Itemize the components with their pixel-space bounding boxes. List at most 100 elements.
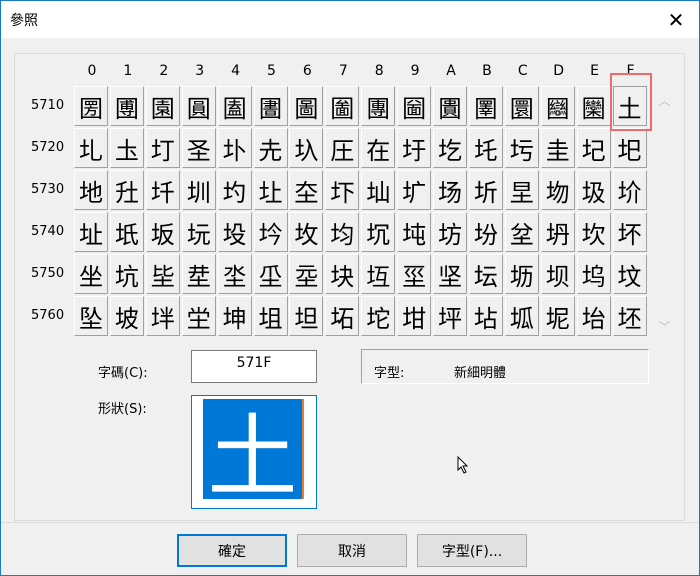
character-cell[interactable]: 坃 [181, 212, 216, 252]
character-cell[interactable]: 圦 [289, 128, 324, 168]
character-cell[interactable]: 圢 [145, 128, 180, 168]
character-cell[interactable]: 圼 [504, 170, 539, 210]
character-cell[interactable]: 圾 [576, 170, 611, 210]
character-cell[interactable]: 坯 [612, 296, 647, 336]
grid-scrollbar[interactable]: ︿ ﹀ [656, 86, 673, 338]
character-cell[interactable]: 坕 [253, 254, 288, 294]
character-cell[interactable]: 圹 [397, 170, 432, 210]
character-cell[interactable]: 圵 [253, 170, 288, 210]
character-cell[interactable]: 坎 [576, 212, 611, 252]
scroll-down-icon[interactable]: ﹀ [656, 318, 673, 335]
character-cell[interactable]: 圷 [325, 170, 360, 210]
character-cell[interactable]: 坫 [468, 296, 503, 336]
character-cell[interactable]: 圮 [576, 128, 611, 168]
character-cell[interactable]: 坄 [217, 212, 252, 252]
shape-preview[interactable]: 土 [191, 395, 317, 510]
font-button[interactable]: 字型(F)... [417, 534, 527, 567]
character-cell[interactable]: 坊 [433, 212, 467, 252]
character-cell[interactable]: 坬 [504, 296, 539, 336]
character-cell[interactable]: 圩 [397, 128, 432, 168]
character-cell[interactable]: 地 [74, 170, 108, 210]
character-cell[interactable]: 坦 [289, 296, 324, 336]
character-cell[interactable]: 圗 [325, 86, 360, 126]
character-cell[interactable]: 圝 [540, 86, 575, 126]
character-cell[interactable]: 圧 [325, 128, 360, 168]
character-cell[interactable]: 圙 [397, 86, 432, 126]
character-cell[interactable]: 坭 [540, 296, 575, 336]
character-cell[interactable]: 圯 [612, 128, 647, 168]
character-cell[interactable]: 址 [74, 212, 108, 252]
character-cell[interactable]: 块 [325, 254, 360, 294]
character-cell[interactable]: 圔 [217, 86, 252, 126]
character-cell[interactable]: 坡 [109, 296, 144, 336]
character-cell[interactable]: 圜 [504, 86, 539, 126]
character-cell[interactable]: 圕 [253, 86, 288, 126]
character-cell[interactable]: 坥 [253, 296, 288, 336]
character-cell[interactable]: 坖 [289, 254, 324, 294]
character-cell[interactable]: 坋 [468, 212, 503, 252]
character-cell[interactable]: 圡 [109, 128, 144, 168]
character-cell[interactable]: 圪 [433, 128, 467, 168]
character-cell[interactable]: 坔 [217, 254, 252, 294]
character-cell[interactable]: 坪 [433, 296, 467, 336]
code-input[interactable]: 571F [191, 350, 317, 383]
close-button[interactable]: ✕ [653, 1, 699, 38]
character-cell[interactable]: 坝 [540, 254, 575, 294]
character-cell[interactable]: 圓 [181, 86, 216, 126]
character-cell[interactable]: 圛 [468, 86, 503, 126]
character-cell[interactable]: 坉 [397, 212, 432, 252]
character-cell[interactable]: 圠 [74, 128, 108, 168]
character-cell[interactable]: 坤 [217, 296, 252, 336]
character-cell[interactable]: 圚 [433, 86, 467, 126]
character-cell[interactable]: 圥 [253, 128, 288, 168]
character-cell[interactable]: 團 [361, 86, 396, 126]
character-cell[interactable]: 坩 [397, 296, 432, 336]
character-cell[interactable]: 坠 [74, 296, 108, 336]
character-cell[interactable]: 圻 [468, 170, 503, 210]
character-cell[interactable]: 圤 [217, 128, 252, 168]
character-cell[interactable]: 圞 [576, 86, 611, 126]
character-cell[interactable]: 圸 [361, 170, 396, 210]
character-cell[interactable]: 坮 [576, 296, 611, 336]
character-cell[interactable]: 场 [433, 170, 467, 210]
character-cell[interactable]: 坧 [325, 296, 360, 336]
character-cell[interactable]: 圴 [217, 170, 252, 210]
character-cell[interactable]: 圭 [540, 128, 575, 168]
character-cell[interactable]: 均 [325, 212, 360, 252]
character-cell[interactable]: 圶 [289, 170, 324, 210]
character-cell[interactable]: 坨 [361, 296, 396, 336]
cancel-button[interactable]: 取消 [297, 534, 407, 567]
character-cell[interactable]: 坓 [181, 254, 216, 294]
character-cell[interactable]: 坌 [504, 212, 539, 252]
character-cell[interactable]: 坞 [576, 254, 611, 294]
character-cell[interactable]: 圲 [145, 170, 180, 210]
character-cell[interactable]: 坁 [109, 212, 144, 252]
character-cell[interactable]: 坆 [289, 212, 324, 252]
character-cell[interactable]: 圐 [74, 86, 108, 126]
character-cell[interactable]: 在 [361, 128, 396, 168]
character-cell[interactable]: 坣 [181, 296, 216, 336]
character-cell[interactable]: 坛 [468, 254, 503, 294]
character-cell[interactable]: 坘 [361, 254, 396, 294]
character-cell[interactable]: 圱 [109, 170, 144, 210]
character-cell[interactable]: 坏 [612, 212, 647, 252]
character-cell[interactable]: 園 [145, 86, 180, 126]
character-cell[interactable]: 圖 [289, 86, 324, 126]
character-cell[interactable]: 坍 [540, 212, 575, 252]
character-cell[interactable]: 坑 [109, 254, 144, 294]
character-cell[interactable]: 坂 [145, 212, 180, 252]
character-cell[interactable]: 坢 [145, 296, 180, 336]
character-cell[interactable]: 坟 [612, 254, 647, 294]
character-cell[interactable]: 圣 [181, 128, 216, 168]
character-cell[interactable]: 坙 [397, 254, 432, 294]
character-cell[interactable]: 圬 [504, 128, 539, 168]
character-cell[interactable]: 圽 [540, 170, 575, 210]
character-cell[interactable]: 坜 [504, 254, 539, 294]
character-cell[interactable]: 坒 [145, 254, 180, 294]
character-cell[interactable]: 坐 [74, 254, 108, 294]
character-cell[interactable]: 圿 [612, 170, 647, 210]
character-cell[interactable]: 坈 [361, 212, 396, 252]
scroll-up-icon[interactable]: ︿ [656, 92, 673, 109]
character-cell[interactable]: 圑 [109, 86, 144, 126]
character-cell[interactable]: 坚 [433, 254, 467, 294]
